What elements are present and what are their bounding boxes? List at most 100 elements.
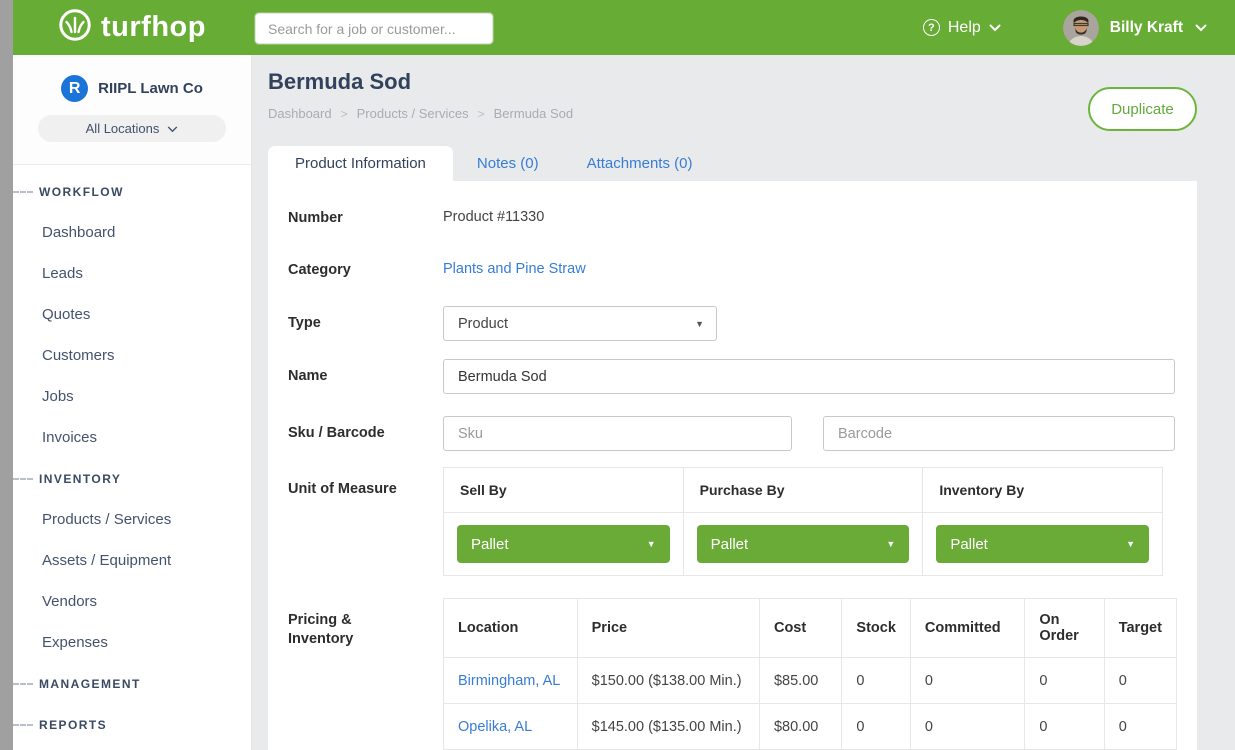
committed-cell: 0	[910, 658, 1024, 704]
on-order-cell: 0	[1025, 704, 1104, 750]
sidebar-item-customers[interactable]: Customers	[13, 347, 115, 364]
cost-cell: $80.00	[759, 704, 841, 750]
sidebar-item-products-services[interactable]: Products / Services	[13, 511, 171, 528]
sidebar-item-expenses[interactable]: Expenses	[13, 634, 108, 651]
sku-barcode-label: Sku / Barcode	[288, 416, 443, 443]
col-on-order: On Order	[1025, 599, 1104, 658]
type-select-value: Product	[458, 316, 508, 332]
col-price: Price	[577, 599, 759, 658]
breadcrumb-dashboard[interactable]: Dashboard	[268, 106, 332, 121]
uom-col-sell-by: Sell By	[444, 468, 684, 513]
tab-attachments[interactable]: Attachments (0)	[563, 146, 717, 181]
chevron-down-icon	[989, 19, 1001, 37]
window-edge	[0, 0, 13, 750]
purchase-by-dropdown[interactable]: Pallet▼	[697, 525, 910, 563]
col-committed: Committed	[910, 599, 1024, 658]
target-cell: 0	[1104, 704, 1176, 750]
user-menu-chevron-icon[interactable]	[1195, 19, 1207, 37]
name-input[interactable]	[443, 359, 1175, 394]
uom-col-inventory-by: Inventory By	[923, 468, 1163, 513]
name-label: Name	[288, 359, 443, 386]
table-header-row: Location Price Cost Stock Committed On O…	[444, 599, 1177, 658]
brand-name: turfhop	[101, 11, 206, 44]
sidebar-section-reports[interactable]: REPORTS	[13, 704, 251, 745]
pricing-inventory-table: Location Price Cost Stock Committed On O…	[443, 598, 1177, 750]
help-menu[interactable]: ? Help	[923, 19, 1001, 37]
tab-product-information[interactable]: Product Information	[268, 146, 453, 181]
turfhop-grass-icon	[58, 8, 92, 47]
target-cell: 0	[1104, 658, 1176, 704]
triangle-down-icon: ▼	[886, 539, 895, 549]
sidebar-section-workflow[interactable]: WORKFLOW	[13, 171, 251, 212]
help-icon: ?	[923, 19, 940, 36]
section-dash-icon	[13, 724, 33, 726]
sidebar-section-inventory[interactable]: INVENTORY	[13, 458, 251, 499]
product-information-panel: Number Product #11330 Category Plants an…	[268, 181, 1197, 750]
stock-cell: 0	[842, 704, 911, 750]
app-window: turfhop ? Help	[0, 0, 1235, 750]
section-dash-icon	[13, 478, 33, 480]
breadcrumb-separator-icon: >	[341, 107, 348, 121]
type-label: Type	[288, 306, 443, 333]
location-filter-dropdown[interactable]: All Locations	[38, 115, 226, 142]
col-stock: Stock	[842, 599, 911, 658]
col-target: Target	[1104, 599, 1176, 658]
committed-cell: 0	[910, 704, 1024, 750]
sidebar-nav: WORKFLOW Dashboard Leads Quotes Customer…	[13, 165, 251, 745]
breadcrumb-current: Bermuda Sod	[494, 106, 574, 121]
sidebar-section-management[interactable]: MANAGEMENT	[13, 663, 251, 704]
sidebar: R RIIPL Lawn Co All Locations WORKFLOW D…	[13, 55, 252, 750]
user-name: Billy Kraft	[1110, 19, 1183, 37]
tab-notes[interactable]: Notes (0)	[453, 146, 563, 181]
category-link[interactable]: Plants and Pine Straw	[443, 261, 586, 277]
sidebar-item-dashboard[interactable]: Dashboard	[13, 224, 115, 241]
sku-input[interactable]	[443, 416, 792, 451]
sell-by-dropdown[interactable]: Pallet▼	[457, 525, 670, 563]
category-label: Category	[288, 261, 443, 280]
brand-logo[interactable]: turfhop	[58, 0, 206, 55]
table-row: Birmingham, AL $150.00 ($138.00 Min.) $8…	[444, 658, 1177, 704]
sidebar-item-jobs[interactable]: Jobs	[13, 388, 74, 405]
col-location: Location	[444, 599, 578, 658]
help-label: Help	[948, 19, 981, 37]
barcode-input[interactable]	[823, 416, 1175, 451]
company-block: R RIIPL Lawn Co All Locations	[13, 55, 251, 165]
user-avatar[interactable]	[1063, 10, 1099, 46]
price-cell: $150.00 ($138.00 Min.)	[577, 658, 759, 704]
duplicate-button[interactable]: Duplicate	[1088, 87, 1197, 131]
stock-cell: 0	[842, 658, 911, 704]
number-label: Number	[288, 209, 443, 228]
page-title: Bermuda Sod	[268, 69, 1197, 95]
uom-col-purchase-by: Purchase By	[683, 468, 923, 513]
breadcrumb: Dashboard > Products / Services > Bermud…	[268, 106, 1197, 121]
col-cost: Cost	[759, 599, 841, 658]
sidebar-item-assets-equipment[interactable]: Assets / Equipment	[13, 552, 171, 569]
global-search-input[interactable]	[255, 13, 493, 44]
location-link-opelika[interactable]: Opelika, AL	[458, 719, 532, 735]
main-content: Bermuda Sod Dashboard > Products / Servi…	[252, 55, 1235, 750]
sidebar-item-quotes[interactable]: Quotes	[13, 306, 90, 323]
number-value: Product #11330	[443, 209, 544, 225]
triangle-down-icon: ▼	[1126, 539, 1135, 549]
sidebar-item-invoices[interactable]: Invoices	[13, 429, 97, 446]
type-select[interactable]: Product ▼	[443, 306, 717, 341]
inventory-by-dropdown[interactable]: Pallet▼	[936, 525, 1149, 563]
top-bar: turfhop ? Help	[13, 0, 1235, 55]
sidebar-item-vendors[interactable]: Vendors	[13, 593, 97, 610]
breadcrumb-products-services[interactable]: Products / Services	[357, 106, 469, 121]
triangle-down-icon: ▼	[695, 319, 704, 329]
company-name: RIIPL Lawn Co	[98, 80, 203, 97]
tab-bar: Product Information Notes (0) Attachment…	[252, 146, 1235, 181]
triangle-down-icon: ▼	[647, 539, 656, 549]
on-order-cell: 0	[1025, 658, 1104, 704]
location-link-birmingham[interactable]: Birmingham, AL	[458, 673, 560, 689]
breadcrumb-separator-icon: >	[478, 107, 485, 121]
section-dash-icon	[13, 191, 33, 193]
sidebar-item-leads[interactable]: Leads	[13, 265, 83, 282]
price-cell: $145.00 ($135.00 Min.)	[577, 704, 759, 750]
company-logo: R	[61, 75, 88, 102]
unit-of-measure-label: Unit of Measure	[288, 467, 443, 499]
location-filter-label: All Locations	[86, 121, 160, 136]
chevron-down-icon	[167, 121, 178, 136]
cost-cell: $85.00	[759, 658, 841, 704]
